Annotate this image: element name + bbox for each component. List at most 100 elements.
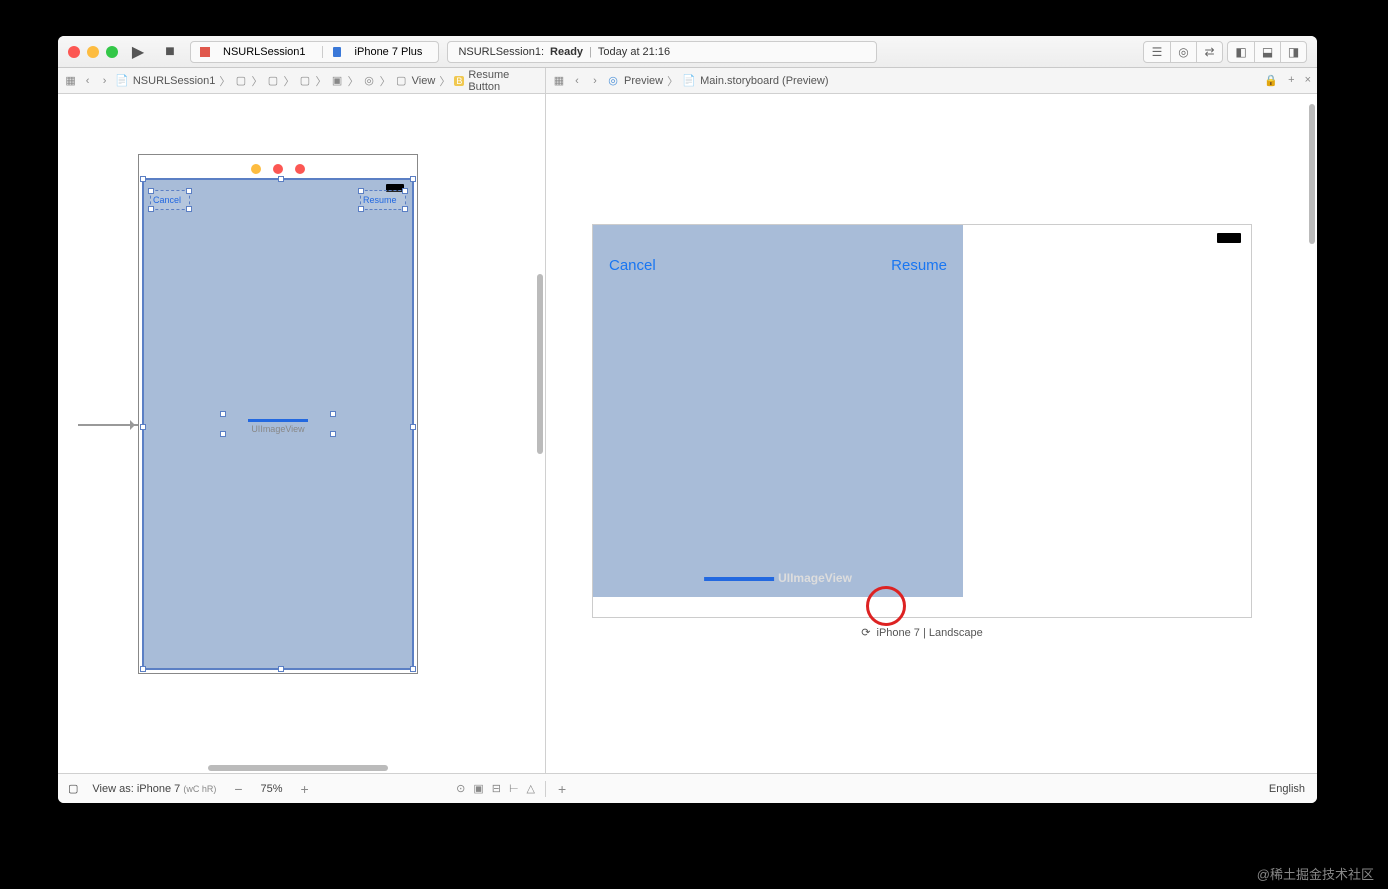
resume-button-label: Resume: [363, 195, 397, 205]
vc-icon: ◎: [363, 74, 376, 88]
preview-scrollbar[interactable]: [1309, 104, 1315, 244]
nav-back-icon[interactable]: ‹: [81, 74, 94, 88]
update-frames-icon[interactable]: ⊙: [456, 782, 465, 795]
xcode-window: ▶ ■ NSURLSession1 iPhone 7 Plus NSURLSes…: [58, 36, 1317, 803]
storyboard-file-icon: 📄: [682, 74, 696, 88]
run-button[interactable]: ▶: [126, 42, 150, 62]
size-class-label: (wC hR): [183, 784, 216, 794]
view-controller-scene[interactable]: Cancel Resume UIImageView: [138, 154, 418, 674]
constraint-tools: ⊙ ▣ ⊟ ⊢ △: [456, 782, 535, 795]
version-editor-button[interactable]: ⇄: [1196, 42, 1222, 62]
panel-toggle-group: ◧ ⬓ ◨: [1227, 41, 1307, 63]
bottom-panel-toggle[interactable]: ⬓: [1254, 42, 1280, 62]
zoom-window-button[interactable]: [106, 46, 118, 58]
preview-pane[interactable]: Cancel Resume UIImageView ⟳ iPhone 7 | L…: [546, 94, 1317, 773]
preview-uiimageview: UIImageView: [704, 571, 852, 585]
embed-icon[interactable]: ▣: [473, 782, 483, 795]
content-area: Cancel Resume UIImageView: [58, 94, 1317, 773]
zoom-level[interactable]: 75%: [261, 783, 283, 795]
nav-forward-icon[interactable]: ›: [98, 74, 111, 88]
scene-icon: ▣: [331, 74, 344, 88]
status-project: NSURLSession1:: [458, 46, 544, 58]
right-panel-toggle[interactable]: ◨: [1280, 42, 1306, 62]
lock-icon[interactable]: 🔒: [1264, 74, 1278, 87]
uiimageview-ib[interactable]: UIImageView: [223, 414, 333, 434]
preview-cancel-button: Cancel: [609, 257, 656, 274]
resolve-icon[interactable]: △: [527, 782, 535, 795]
close-window-button[interactable]: [68, 46, 80, 58]
jb-preview-label[interactable]: Preview: [624, 75, 663, 87]
jb-item-0[interactable]: NSURLSession1: [133, 75, 216, 87]
document-outline-toggle[interactable]: ▢: [68, 782, 78, 795]
add-assistant-icon[interactable]: +: [1288, 74, 1294, 87]
view-icon: ▢: [395, 74, 408, 88]
preview-resume-button: Resume: [891, 257, 947, 274]
preview-language-selector[interactable]: English: [1269, 783, 1305, 795]
footer-right: + English: [546, 781, 1317, 797]
footer-left: ▢ View as: iPhone 7 (wC hR) − 75% + ⊙ ▣ …: [58, 781, 546, 797]
scheme-device-label: iPhone 7 Plus: [347, 46, 431, 58]
uiimageview-label: UIImageView: [251, 424, 304, 434]
preview-icon: ◎: [606, 74, 620, 88]
jb-file-label[interactable]: Main.storyboard (Preview): [700, 75, 828, 87]
cancel-button-ib[interactable]: Cancel: [150, 190, 190, 210]
align-icon[interactable]: ⊟: [492, 782, 501, 795]
stop-button[interactable]: ■: [158, 42, 182, 62]
root-view-selected[interactable]: Cancel Resume UIImageView: [142, 178, 414, 670]
pin-icon[interactable]: ⊢: [509, 782, 519, 795]
file3-icon: ▢: [298, 74, 311, 88]
view-as-label: View as: iPhone 7: [92, 783, 180, 795]
close-assistant-icon[interactable]: ×: [1305, 74, 1311, 87]
assistant-editor-button[interactable]: ◎: [1170, 42, 1196, 62]
scene-dot-3: [295, 164, 305, 174]
preview-screen: Cancel Resume UIImageView: [593, 225, 963, 597]
left-panel-toggle[interactable]: ◧: [1228, 42, 1254, 62]
horizontal-scrollbar[interactable]: [208, 765, 388, 771]
resume-button-ib[interactable]: Resume: [360, 190, 406, 210]
preview-device-frame[interactable]: Cancel Resume UIImageView ⟳ iPhone 7 | L…: [592, 224, 1252, 618]
status-time: Today at 21:16: [598, 46, 670, 58]
window-controls: [68, 46, 118, 58]
zoom-out-button[interactable]: −: [230, 781, 246, 797]
view-as-control[interactable]: View as: iPhone 7 (wC hR): [92, 783, 216, 795]
preview-battery-icon: [1217, 233, 1241, 243]
minimize-window-button[interactable]: [87, 46, 99, 58]
nav-back-icon-r[interactable]: ‹: [570, 74, 584, 88]
interface-builder-canvas[interactable]: Cancel Resume UIImageView: [58, 94, 546, 773]
file-icon: 📄: [115, 74, 129, 88]
footer-bar: ▢ View as: iPhone 7 (wC hR) − 75% + ⊙ ▣ …: [58, 773, 1317, 803]
status-state: Ready: [550, 46, 583, 58]
jumpbar-left[interactable]: ▦ ‹ › 📄 NSURLSession1〉 ▢〉 ▢〉 ▢〉 ▣〉 ◎〉 ▢ …: [58, 68, 546, 93]
add-preview-device-button[interactable]: +: [558, 781, 566, 797]
button-class-icon: B: [454, 76, 464, 86]
scheme-device: iPhone 7 Plus: [322, 46, 439, 58]
file2-icon: ▢: [266, 74, 279, 88]
standard-editor-button[interactable]: ☰: [1144, 42, 1170, 62]
nav-forward-icon-r[interactable]: ›: [588, 74, 602, 88]
related-items-icon[interactable]: ▦: [64, 74, 77, 88]
watermark-text: @稀土掘金技术社区: [1257, 864, 1374, 883]
phone-frame: Cancel Resume UIImageView: [138, 154, 418, 674]
preview-device-label[interactable]: ⟳ iPhone 7 | Landscape: [861, 626, 982, 639]
scene-dot-2: [273, 164, 283, 174]
folder-icon: ▢: [234, 74, 247, 88]
jb-item-button[interactable]: Resume Button: [468, 69, 539, 93]
zoom-in-button[interactable]: +: [297, 781, 313, 797]
annotation-circle: [866, 586, 906, 626]
preview-uiimageview-label: UIImageView: [778, 571, 852, 585]
related-items-icon-r[interactable]: ▦: [552, 74, 566, 88]
jumpbar: ▦ ‹ › 📄 NSURLSession1〉 ▢〉 ▢〉 ▢〉 ▣〉 ◎〉 ▢ …: [58, 68, 1317, 94]
jb-item-view[interactable]: View: [412, 75, 436, 87]
vertical-scrollbar[interactable]: [537, 274, 543, 454]
cancel-button-label: Cancel: [153, 195, 181, 205]
scheme-selector[interactable]: NSURLSession1 iPhone 7 Plus: [190, 41, 439, 63]
preview-device-text: iPhone 7 | Landscape: [877, 627, 983, 639]
jumpbar-right[interactable]: ▦ ‹ › ◎ Preview〉 📄 Main.storyboard (Prev…: [546, 68, 1317, 93]
toolbar: ▶ ■ NSURLSession1 iPhone 7 Plus NSURLSes…: [58, 36, 1317, 68]
rotate-icon[interactable]: ⟳: [861, 626, 870, 639]
activity-status: NSURLSession1: Ready | Today at 21:16: [447, 41, 877, 63]
scheme-project-label: NSURLSession1: [215, 46, 314, 58]
scheme-project: NSURLSession1: [191, 46, 322, 58]
initial-vc-arrow[interactable]: [78, 424, 138, 426]
editor-mode-group: ☰ ◎ ⇄: [1143, 41, 1223, 63]
